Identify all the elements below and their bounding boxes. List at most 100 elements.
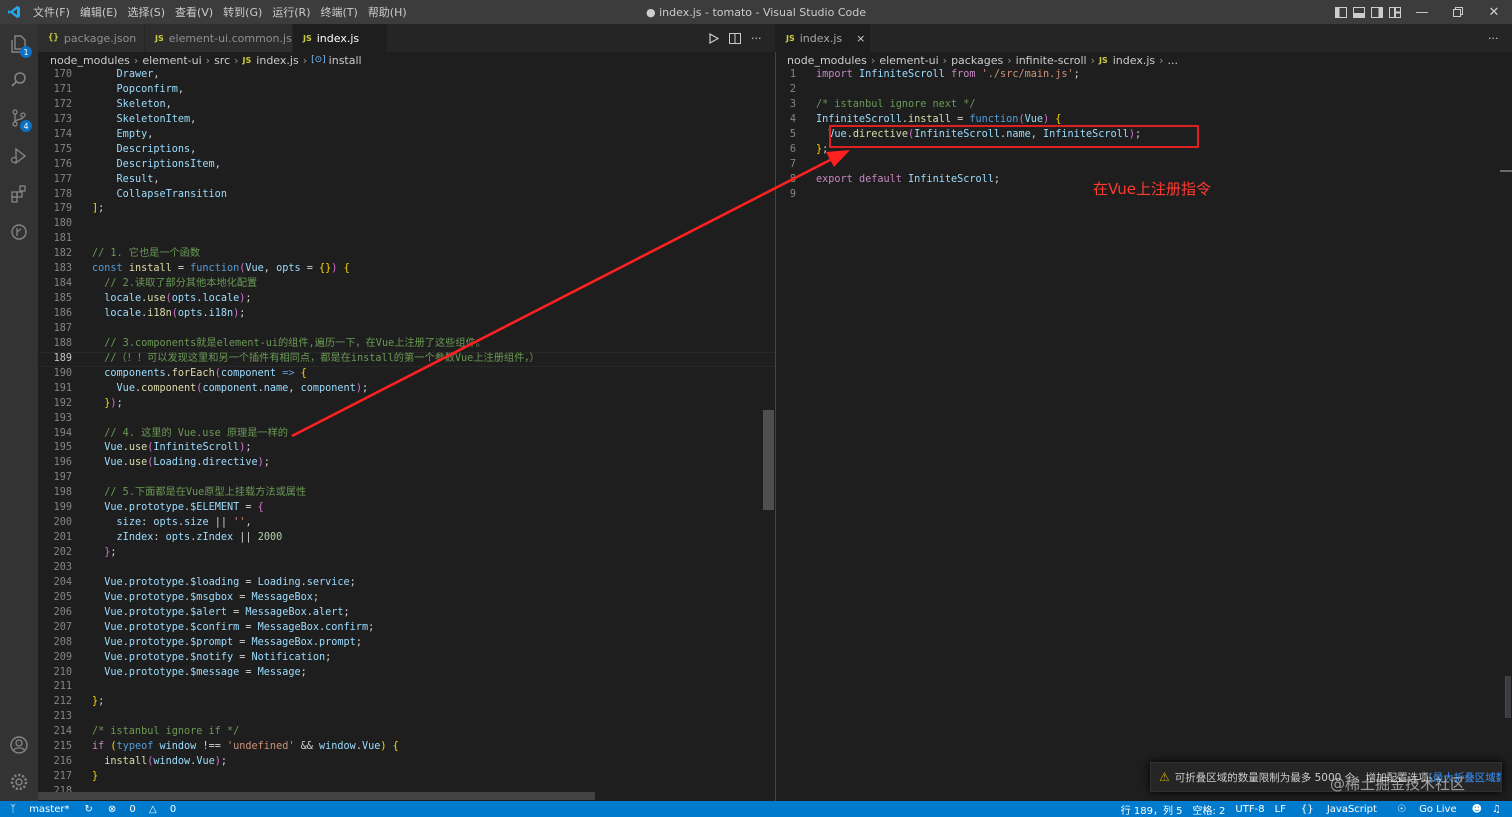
code-line[interactable]: 204 Vue.prototype.$loading = Loading.ser… bbox=[0, 576, 775, 591]
code-line[interactable]: 209 Vue.prototype.$notify = Notification… bbox=[0, 651, 775, 666]
cursor-position[interactable]: 行 189，列 5 bbox=[1121, 802, 1183, 817]
code-line[interactable]: 199 Vue.prototype.$ELEMENT = { bbox=[0, 501, 775, 516]
toggle-secondary-sidebar-icon[interactable] bbox=[1368, 0, 1386, 24]
code-line[interactable]: 7 bbox=[776, 158, 1512, 173]
code-line[interactable]: 206 Vue.prototype.$alert = MessageBox.al… bbox=[0, 606, 775, 621]
menu-selection[interactable]: 选择(S) bbox=[122, 4, 170, 20]
code-line[interactable]: 176 DescriptionsItem, bbox=[0, 158, 775, 173]
breadcrumb-item[interactable]: index.js bbox=[1113, 54, 1155, 67]
breadcrumb-item[interactable]: element-ui bbox=[142, 54, 201, 67]
breadcrumb-item[interactable]: node_modules bbox=[50, 54, 130, 67]
menu-run[interactable]: 运行(R) bbox=[267, 4, 315, 20]
notifications-bell-icon[interactable]: ♫ bbox=[1492, 804, 1501, 815]
code-line[interactable]: 197 bbox=[0, 471, 775, 486]
code-line[interactable]: 187 bbox=[0, 322, 775, 337]
menu-help[interactable]: 帮助(H) bbox=[363, 4, 412, 20]
code-line[interactable]: 1 import InfiniteScroll from './src/main.… bbox=[776, 68, 1512, 83]
code-line[interactable]: 191 Vue.component(component.name, compon… bbox=[0, 382, 775, 397]
code-line[interactable]: 203 bbox=[0, 561, 775, 576]
sync-icon[interactable]: ↻ bbox=[84, 804, 92, 815]
menu-go[interactable]: 转到(G) bbox=[218, 4, 267, 20]
toggle-sidebar-icon[interactable] bbox=[1332, 0, 1350, 24]
run-file-icon[interactable] bbox=[708, 29, 720, 48]
code-line[interactable]: 178 CollapseTransition bbox=[0, 188, 775, 203]
breadcrumb-item[interactable]: index.js bbox=[256, 54, 298, 67]
menu-view[interactable]: 查看(V) bbox=[170, 4, 218, 20]
code-line[interactable]: 179]; bbox=[0, 202, 775, 217]
customize-layout-icon[interactable] bbox=[1386, 0, 1404, 24]
code-line[interactable]: 3 /* istanbul ignore next */ bbox=[776, 98, 1512, 113]
code-line[interactable]: 170 Drawer, bbox=[0, 68, 775, 83]
tab-index-js-right[interactable]: JS index.js × bbox=[776, 24, 871, 52]
code-line[interactable]: 215 if (typeof window !== 'undefined' && … bbox=[0, 740, 775, 755]
code-line[interactable]: 185 locale.use(opts.locale); bbox=[0, 292, 775, 307]
more-actions-icon[interactable]: ··· bbox=[751, 32, 762, 45]
code-line[interactable]: 211 bbox=[0, 680, 775, 695]
editor-split-divider[interactable] bbox=[775, 52, 776, 801]
code-line[interactable]: 195 Vue.use(InfiniteScroll); bbox=[0, 441, 775, 456]
code-line[interactable]: 182 // 1. 它也是一个函数 bbox=[0, 247, 775, 262]
branch-status[interactable]: ᛉ master* bbox=[5, 804, 74, 815]
breadcrumb-item[interactable]: src bbox=[214, 54, 230, 67]
code-line[interactable]: 190 components.forEach(component => { bbox=[0, 367, 775, 382]
code-line[interactable]: 186 locale.i18n(opts.i18n); bbox=[0, 307, 775, 322]
code-line[interactable]: 188 // 3.components就是element-ui的组件,遍历一下，… bbox=[0, 337, 775, 352]
code-line[interactable]: 213 bbox=[0, 710, 775, 725]
toggle-panel-icon[interactable] bbox=[1350, 0, 1368, 24]
problems-status[interactable]: ⊗ 0 △ 0 bbox=[103, 804, 181, 815]
language-mode[interactable]: {} JavaScript bbox=[1296, 804, 1382, 815]
go-live-button[interactable]: ☉ Go Live bbox=[1392, 804, 1462, 815]
code-line[interactable]: 207 Vue.prototype.$confirm = MessageBox.… bbox=[0, 621, 775, 636]
breadcrumb-item[interactable]: infinite-scroll bbox=[1016, 54, 1087, 67]
more-actions-icon[interactable]: ··· bbox=[1488, 32, 1499, 45]
code-line[interactable]: 171 Popconfirm, bbox=[0, 83, 775, 98]
code-line[interactable]: 200 size: opts.size || '', bbox=[0, 516, 775, 531]
code-line[interactable]: 189 //（！！可以发现这里和另一个插件有相同点，都是在install的第一个… bbox=[0, 352, 775, 367]
breadcrumb-item[interactable]: install bbox=[329, 54, 362, 67]
code-line[interactable]: 173 SkeletonItem, bbox=[0, 113, 775, 128]
code-line[interactable]: 192 }); bbox=[0, 397, 775, 412]
code-line[interactable]: 194 // 4. 这里的 Vue.use 原理是一样的 bbox=[0, 427, 775, 442]
code-line[interactable]: 2 bbox=[776, 83, 1512, 98]
breadcrumb-item[interactable]: packages bbox=[951, 54, 1003, 67]
code-line[interactable]: 183 const install = function(Vue, opts = … bbox=[0, 262, 775, 277]
menu-file[interactable]: 文件(F) bbox=[28, 4, 75, 20]
code-line[interactable]: 210 Vue.prototype.$message = Message; bbox=[0, 666, 775, 681]
close-window-icon[interactable]: ✕ bbox=[1476, 0, 1512, 24]
code-line[interactable]: 174 Empty, bbox=[0, 128, 775, 143]
code-line[interactable]: 205 Vue.prototype.$msgbox = MessageBox; bbox=[0, 591, 775, 606]
close-tab-icon[interactable]: × bbox=[856, 32, 865, 45]
code-line[interactable]: 181 bbox=[0, 232, 775, 247]
code-line[interactable]: 196 Vue.use(Loading.directive); bbox=[0, 456, 775, 471]
menu-terminal[interactable]: 终端(T) bbox=[316, 4, 363, 20]
tab-element-ui-common[interactable]: JS element-ui.common.js bbox=[145, 24, 293, 52]
code-line[interactable]: 214 /* istanbul ignore if */ bbox=[0, 725, 775, 740]
code-line[interactable]: 180 bbox=[0, 217, 775, 232]
code-line[interactable]: 184 // 2.读取了部分其他本地化配置 bbox=[0, 277, 775, 292]
code-line[interactable]: 177 Result, bbox=[0, 173, 775, 188]
code-line[interactable]: 216 install(window.Vue); bbox=[0, 755, 775, 770]
indentation[interactable]: 空格: 2 bbox=[1193, 802, 1226, 817]
minimize-icon[interactable]: — bbox=[1404, 0, 1440, 24]
breadcrumb-item[interactable]: element-ui bbox=[879, 54, 938, 67]
split-editor-icon[interactable] bbox=[729, 29, 741, 48]
menu-edit[interactable]: 编辑(E) bbox=[75, 4, 123, 20]
breadcrumb-item[interactable]: ... bbox=[1168, 54, 1179, 67]
restore-icon[interactable] bbox=[1440, 0, 1476, 24]
code-line[interactable]: 198 // 5.下面都是在Vue原型上挂载方法或属性 bbox=[0, 486, 775, 501]
tab-package-json[interactable]: {} package.json bbox=[38, 24, 145, 52]
end-of-line[interactable]: LF bbox=[1275, 804, 1286, 815]
tab-index-js-left[interactable]: JS index.js bbox=[293, 24, 388, 52]
feedback-icon[interactable]: ☻ bbox=[1472, 804, 1482, 815]
left-code-editor[interactable]: 170 Drawer, 171 Popconfirm, 172 Skeleton, 1… bbox=[0, 68, 775, 801]
right-vertical-scrollbar[interactable] bbox=[1505, 676, 1511, 718]
left-vertical-scrollbar[interactable] bbox=[763, 410, 774, 510]
explorer-icon[interactable]: 1 bbox=[0, 26, 38, 62]
code-line[interactable]: 193 bbox=[0, 412, 775, 427]
code-line[interactable]: 212}; bbox=[0, 695, 775, 710]
code-line[interactable]: 175 Descriptions, bbox=[0, 143, 775, 158]
code-line[interactable]: 202 }; bbox=[0, 546, 775, 561]
code-line[interactable]: 217} bbox=[0, 770, 775, 785]
left-horizontal-scrollbar[interactable] bbox=[38, 792, 595, 800]
code-line[interactable]: 172 Skeleton, bbox=[0, 98, 775, 113]
